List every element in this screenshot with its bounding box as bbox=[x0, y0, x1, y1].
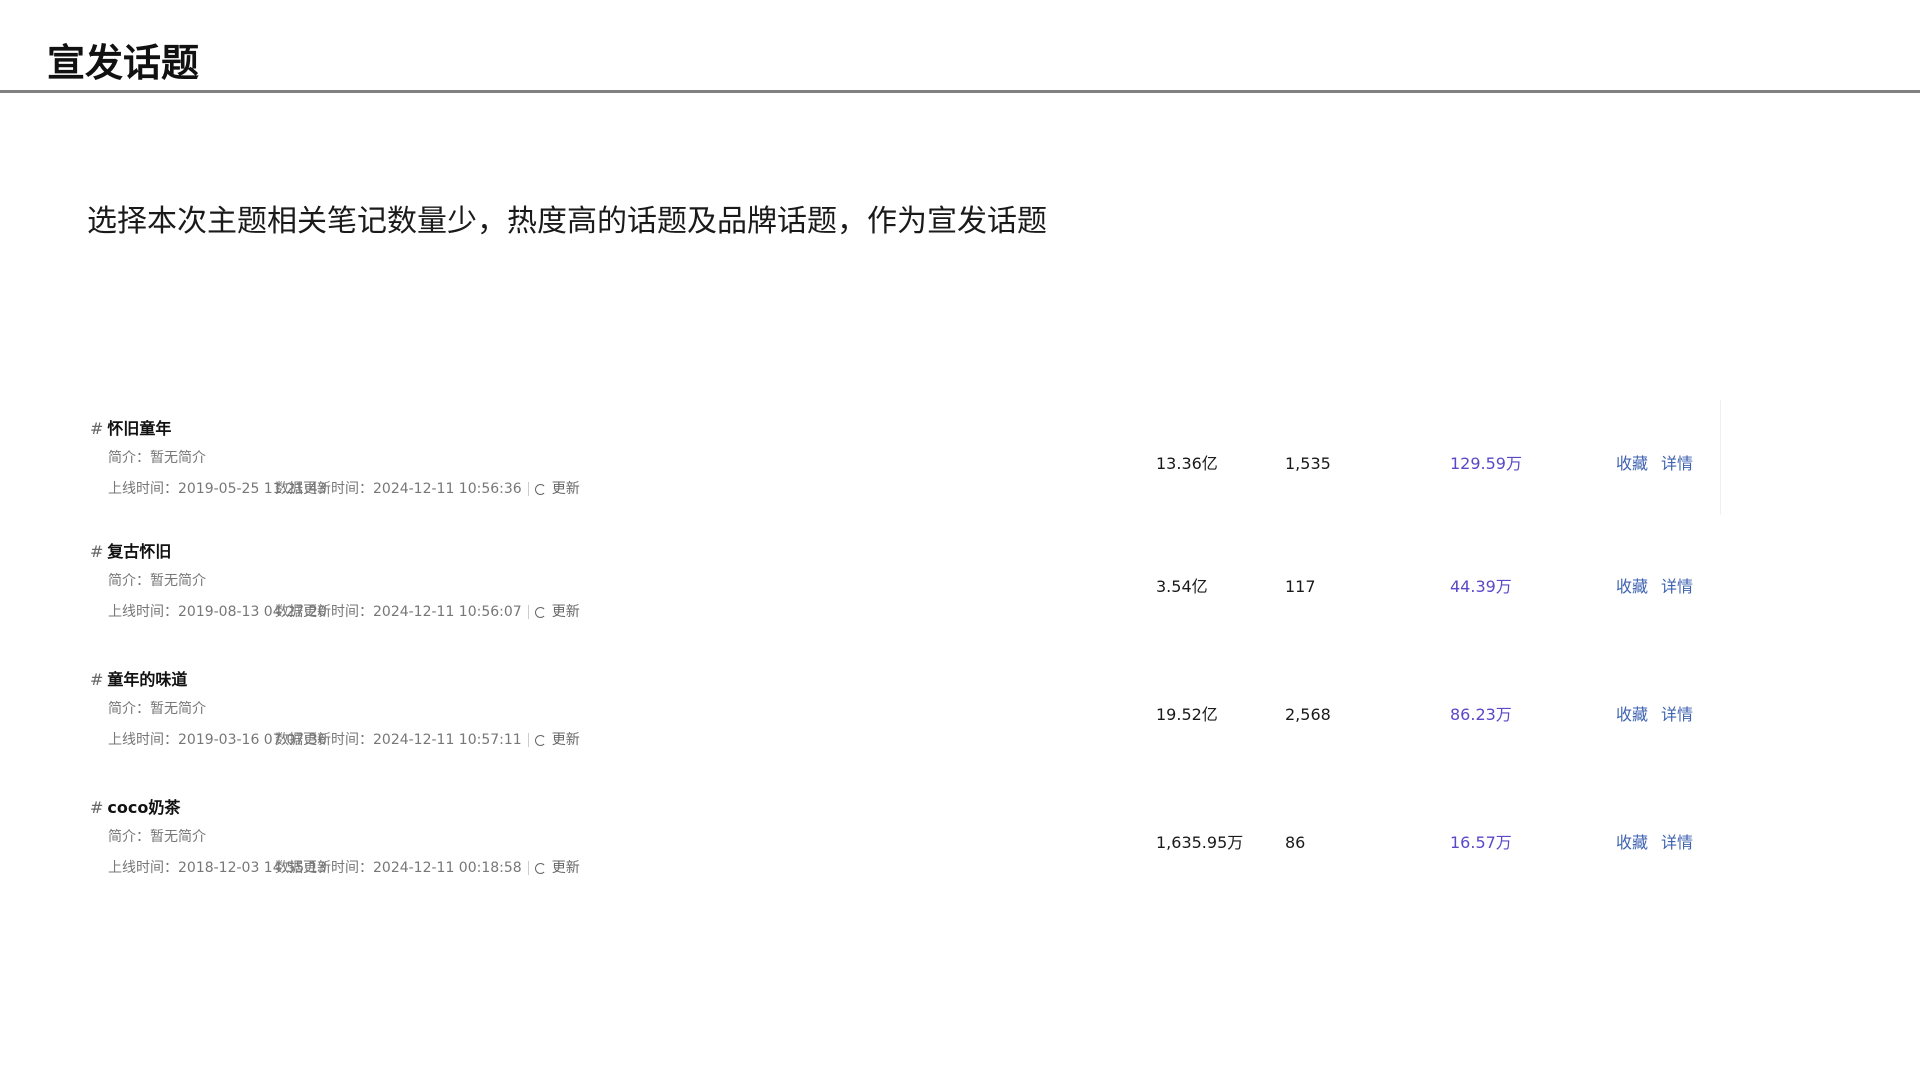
stat-views: 1,635.95万 bbox=[1156, 833, 1244, 852]
intro-text: 暂无简介 bbox=[150, 829, 206, 845]
online-time: 上线时间：2019-05-25 11:21:43 bbox=[108, 479, 327, 499]
topic-name[interactable]: # 童年的味道 bbox=[90, 668, 187, 692]
intro-label: 简介： bbox=[108, 573, 150, 589]
favorite-button[interactable]: 收藏 bbox=[1616, 704, 1648, 726]
topic-intro: 简介：暂无简介 bbox=[108, 571, 206, 591]
refresh-icon bbox=[534, 862, 546, 874]
online-time: 上线时间：2018-12-03 14:55:13 bbox=[108, 858, 327, 878]
refresh-label: 更新 bbox=[551, 604, 580, 620]
topic-meta: 上线时间：2019-08-13 04:27:20 数据更新时间：2024-12-… bbox=[108, 602, 580, 622]
update-time: 数据更新时间：2024-12-11 00:18:58 bbox=[275, 858, 522, 878]
stat-interactions: 129.59万 bbox=[1450, 454, 1522, 473]
online-time-label: 上线时间： bbox=[108, 732, 178, 748]
intro-text: 暂无简介 bbox=[150, 573, 206, 589]
hashtag-icon: # bbox=[90, 542, 104, 561]
favorite-button[interactable]: 收藏 bbox=[1616, 832, 1648, 854]
online-time-label: 上线时间： bbox=[108, 604, 178, 620]
refresh-button[interactable]: 更新 bbox=[534, 730, 580, 750]
topic-meta: 上线时间：2019-05-25 11:21:43 数据更新时间：2024-12-… bbox=[108, 479, 580, 499]
hashtag-icon: # bbox=[90, 670, 104, 689]
topic-meta: 上线时间：2019-03-16 07:07:36 数据更新时间：2024-12-… bbox=[108, 730, 580, 750]
stat-views: 13.36亿 bbox=[1156, 454, 1218, 473]
topic-meta: 上线时间：2018-12-03 14:55:13 数据更新时间：2024-12-… bbox=[108, 858, 580, 878]
favorite-button[interactable]: 收藏 bbox=[1616, 453, 1648, 475]
topic-row: # 怀旧童年 简介：暂无简介 上线时间：2019-05-25 11:21:43 数… bbox=[0, 417, 1920, 517]
stat-notes: 2,568 bbox=[1285, 705, 1331, 724]
update-time-value: 2024-12-11 00:18:58 bbox=[373, 860, 522, 876]
online-time: 上线时间：2019-03-16 07:07:36 bbox=[108, 730, 327, 750]
stat-notes: 117 bbox=[1285, 577, 1316, 596]
update-time-label: 数据更新时间： bbox=[275, 604, 373, 620]
update-time: 数据更新时间：2024-12-11 10:57:11 bbox=[275, 730, 522, 750]
topic-intro: 简介：暂无简介 bbox=[108, 699, 206, 719]
stat-views: 3.54亿 bbox=[1156, 577, 1208, 596]
update-time-label: 数据更新时间： bbox=[275, 860, 373, 876]
stat-notes: 1,535 bbox=[1285, 454, 1331, 473]
detail-button[interactable]: 详情 bbox=[1661, 453, 1693, 475]
topic-name[interactable]: # 复古怀旧 bbox=[90, 540, 171, 564]
online-time-label: 上线时间： bbox=[108, 481, 178, 497]
detail-button[interactable]: 详情 bbox=[1661, 704, 1693, 726]
detail-button[interactable]: 详情 bbox=[1661, 832, 1693, 854]
update-time-label: 数据更新时间： bbox=[275, 732, 373, 748]
stat-notes: 86 bbox=[1285, 833, 1306, 852]
refresh-button[interactable]: 更新 bbox=[534, 479, 580, 499]
update-time-label: 数据更新时间： bbox=[275, 481, 373, 497]
stat-interactions: 16.57万 bbox=[1450, 833, 1512, 852]
meta-separator bbox=[527, 605, 529, 619]
topic-row: # 复古怀旧 简介：暂无简介 上线时间：2019-08-13 04:27:20 数… bbox=[0, 540, 1920, 640]
topic-name-text: coco奶茶 bbox=[107, 798, 181, 817]
hashtag-icon: # bbox=[90, 798, 104, 817]
intro-text: 暂无简介 bbox=[150, 450, 206, 466]
topic-row: # coco奶茶 简介：暂无简介 上线时间：2018-12-03 14:55:13… bbox=[0, 796, 1920, 896]
online-time: 上线时间：2019-08-13 04:27:20 bbox=[108, 602, 327, 622]
intro-label: 简介： bbox=[108, 450, 150, 466]
refresh-label: 更新 bbox=[551, 860, 580, 876]
intro-label: 简介： bbox=[108, 829, 150, 845]
topic-name[interactable]: # coco奶茶 bbox=[90, 796, 180, 820]
meta-separator bbox=[527, 733, 529, 747]
intro-text: 暂无简介 bbox=[150, 701, 206, 717]
refresh-icon bbox=[534, 483, 546, 495]
online-time-label: 上线时间： bbox=[108, 860, 178, 876]
favorite-button[interactable]: 收藏 bbox=[1616, 576, 1648, 598]
topic-name-text: 复古怀旧 bbox=[107, 542, 172, 561]
topic-name-text: 童年的味道 bbox=[107, 670, 188, 689]
topic-row: # 童年的味道 简介：暂无简介 上线时间：2019-03-16 07:07:36 … bbox=[0, 668, 1920, 768]
refresh-icon bbox=[534, 734, 546, 746]
refresh-button[interactable]: 更新 bbox=[534, 602, 580, 622]
update-time-value: 2024-12-11 10:56:36 bbox=[373, 481, 522, 497]
refresh-label: 更新 bbox=[551, 732, 580, 748]
hashtag-icon: # bbox=[90, 419, 104, 438]
topic-intro: 简介：暂无简介 bbox=[108, 448, 206, 468]
meta-separator bbox=[527, 482, 529, 496]
update-time-value: 2024-12-11 10:57:11 bbox=[373, 732, 522, 748]
refresh-icon bbox=[534, 606, 546, 618]
detail-button[interactable]: 详情 bbox=[1661, 576, 1693, 598]
topic-list: # 怀旧童年 简介：暂无简介 上线时间：2019-05-25 11:21:43 数… bbox=[0, 0, 1920, 1080]
intro-label: 简介： bbox=[108, 701, 150, 717]
topic-name-text: 怀旧童年 bbox=[107, 419, 172, 438]
stat-views: 19.52亿 bbox=[1156, 705, 1218, 724]
refresh-label: 更新 bbox=[551, 481, 580, 497]
topic-intro: 简介：暂无简介 bbox=[108, 827, 206, 847]
stat-interactions: 44.39万 bbox=[1450, 577, 1512, 596]
update-time-value: 2024-12-11 10:56:07 bbox=[373, 604, 522, 620]
stat-interactions: 86.23万 bbox=[1450, 705, 1512, 724]
refresh-button[interactable]: 更新 bbox=[534, 858, 580, 878]
meta-separator bbox=[527, 861, 529, 875]
update-time: 数据更新时间：2024-12-11 10:56:36 bbox=[275, 479, 522, 499]
topic-name[interactable]: # 怀旧童年 bbox=[90, 417, 171, 441]
update-time: 数据更新时间：2024-12-11 10:56:07 bbox=[275, 602, 522, 622]
